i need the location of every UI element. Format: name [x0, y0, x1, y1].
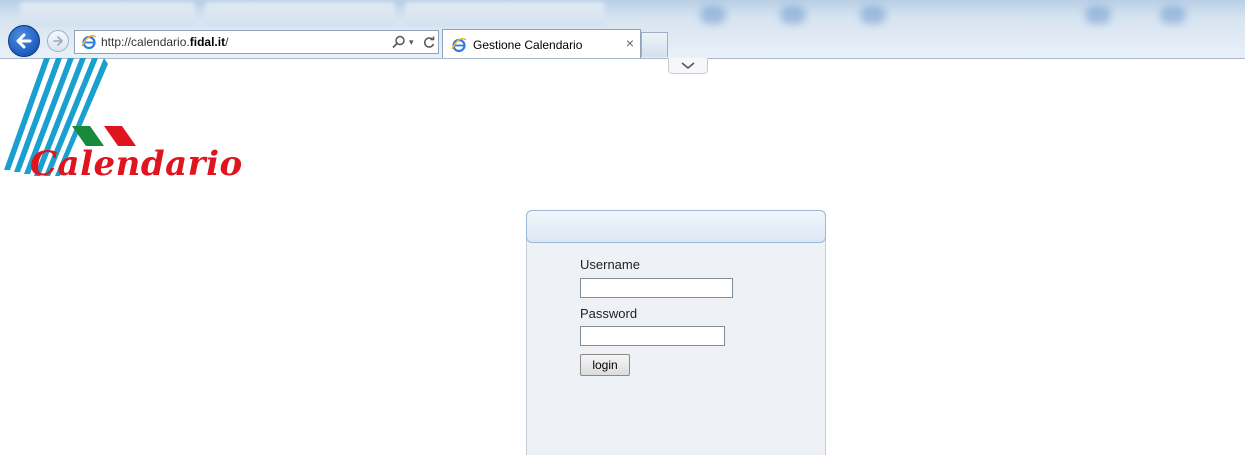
background-tab[interactable] [205, 2, 395, 26]
chevron-down-icon[interactable]: ▾ [409, 34, 419, 50]
ie-page-icon [81, 34, 97, 50]
blurred-icon [1160, 6, 1186, 24]
background-tab[interactable] [405, 2, 605, 26]
blurred-icon [780, 6, 806, 24]
address-bar[interactable]: http://calendario.fidal.it/ ▾ [74, 30, 439, 54]
new-tab-button[interactable] [641, 32, 668, 57]
login-panel-header [526, 210, 826, 243]
toolbar-toggle-button[interactable] [668, 58, 708, 74]
back-arrow-icon [16, 33, 32, 49]
back-button[interactable] [8, 25, 40, 57]
chevron-down-icon [681, 61, 695, 69]
forward-button[interactable] [47, 30, 69, 52]
ie-tab-icon [451, 37, 467, 53]
forward-arrow-icon [53, 36, 63, 46]
blurred-icon [700, 6, 726, 24]
password-label: Password [580, 306, 638, 321]
url-suffix: / [225, 35, 229, 49]
refresh-icon[interactable] [422, 34, 436, 50]
tab-title: Gestione Calendario [473, 38, 583, 52]
calendario-logo: Calendario [0, 58, 242, 184]
login-button[interactable]: login [580, 354, 630, 376]
url-domain: fidal.it [189, 35, 226, 49]
background-tab[interactable] [20, 2, 195, 26]
close-icon[interactable]: × [623, 36, 637, 50]
background-tabs [0, 0, 1245, 26]
password-field[interactable] [580, 326, 725, 346]
search-icon[interactable] [391, 34, 407, 50]
url-text[interactable]: http://calendario.fidal.it/ [101, 35, 228, 49]
login-panel: Username Password login [526, 210, 826, 455]
username-label: Username [580, 257, 640, 272]
tab-gestione-calendario[interactable]: Gestione Calendario × [442, 29, 641, 58]
url-prefix: http://calendario. [101, 35, 190, 49]
blurred-icon [1085, 6, 1111, 24]
username-field[interactable] [580, 278, 733, 298]
blurred-icon [860, 6, 886, 24]
logo-text: Calendario [30, 144, 243, 184]
browser-toolbar: http://calendario.fidal.it/ ▾ Gestione C… [0, 0, 1245, 59]
